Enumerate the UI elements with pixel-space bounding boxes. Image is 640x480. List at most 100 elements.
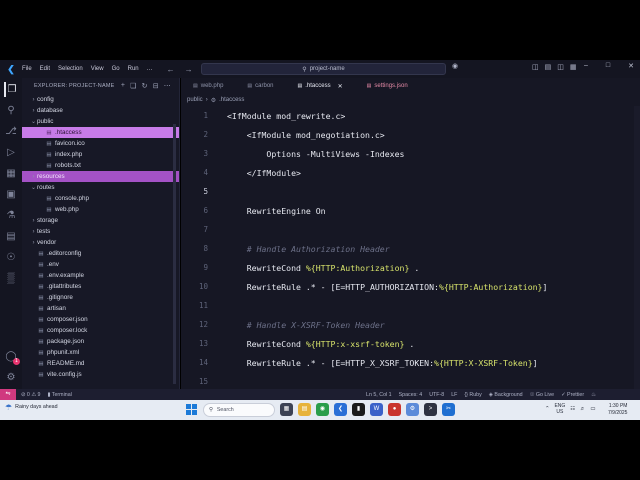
maximize-icon[interactable]: □ <box>606 62 610 70</box>
tree-file[interactable]: ▤ index.php <box>22 149 179 160</box>
tree-file[interactable]: ▤ README.md <box>22 358 179 369</box>
tree-file[interactable]: ▤ console.php <box>22 193 179 204</box>
menu-view[interactable]: View <box>91 66 104 72</box>
taskbar-search[interactable]: ⚲ Search <box>203 403 275 417</box>
code-line[interactable]: 1 <IfModule mod_rewrite.c> <box>181 106 640 125</box>
vscode-taskbar-icon[interactable]: ❮ <box>334 403 347 416</box>
go-live-button[interactable]: ☉ Go Live <box>530 392 555 398</box>
language-indicator[interactable]: ENG US <box>554 403 565 415</box>
back-arrow-icon[interactable]: ← <box>167 65 175 74</box>
settings-app-icon[interactable]: ⚙ <box>406 403 419 416</box>
extensions-icon[interactable]: ▦ <box>4 166 18 181</box>
git-graph-icon[interactable]: ☉ <box>4 250 18 265</box>
indentation[interactable]: Spaces: 4 <box>399 392 423 398</box>
code-line[interactable]: 11 <box>181 296 640 315</box>
cursor-position[interactable]: Ln 5, Col 1 <box>366 392 392 398</box>
editor-tab[interactable]: ▤ web.php <box>181 78 235 94</box>
remote-explorer-icon[interactable]: ▣ <box>4 187 18 202</box>
editor-scrollbar[interactable] <box>634 106 640 389</box>
taskbar-clock[interactable]: 1:30 PM 7/9/2025 <box>608 403 627 417</box>
tree-folder[interactable]: › tests <box>22 226 179 237</box>
sidebar-scrollbar[interactable] <box>173 124 176 384</box>
collapse-all-icon[interactable]: ⊟ <box>153 82 159 90</box>
tree-folder[interactable]: › storage <box>22 215 179 226</box>
task-view-icon[interactable]: ▦ <box>280 403 293 416</box>
refresh-icon[interactable]: ↻ <box>142 82 148 90</box>
forward-arrow-icon[interactable]: → <box>185 65 193 74</box>
volume-icon[interactable]: ♬ <box>580 406 585 412</box>
tab-close-icon[interactable]: ✕ <box>338 83 343 90</box>
terminal-toggle[interactable]: ▮ Terminal <box>48 392 72 398</box>
tree-file[interactable]: ▤ vite.config.js <box>22 369 179 380</box>
code-line[interactable]: 9 RewriteCond %{HTTP:Authorization} . <box>181 258 640 277</box>
end-of-line[interactable]: LF <box>451 392 457 398</box>
tree-file[interactable]: ▤ composer.json <box>22 314 179 325</box>
background-toggle[interactable]: ◈ Background <box>489 392 523 398</box>
tree-folder[interactable]: › resources <box>22 171 179 182</box>
code-line[interactable]: 12 # Handle X-XSRF-Token Header <box>181 315 640 334</box>
tree-file[interactable]: ▤ favicon.ico <box>22 138 179 149</box>
prettier-status[interactable]: ✓ Prettier <box>561 392 584 398</box>
breadcrumb-file[interactable]: .htaccess <box>219 97 244 103</box>
language-mode[interactable]: {} Ruby <box>464 392 481 398</box>
encoding[interactable]: UTF-8 <box>429 392 444 398</box>
tree-folder[interactable]: › vendor <box>22 237 179 248</box>
tree-file[interactable]: ▤ robots.txt <box>22 160 179 171</box>
tree-file[interactable]: ▤ .editorconfig <box>22 248 179 259</box>
code-line[interactable]: 6 RewriteEngine On <box>181 201 640 220</box>
code-line[interactable]: 5 <box>181 182 640 201</box>
customize-layout-icon[interactable]: ▦ <box>570 63 577 71</box>
code-line[interactable]: 3 Options -MultiViews -Indexes <box>181 144 640 163</box>
code-line[interactable]: 8 # Handle Authorization Header <box>181 239 640 258</box>
toggle-panel-icon[interactable]: ▤ <box>545 63 552 71</box>
tree-file[interactable]: ▤ .gitignore <box>22 292 179 303</box>
tree-file[interactable]: ▤ .htaccess <box>22 127 179 138</box>
menu-file[interactable]: File <box>22 66 32 72</box>
word-icon[interactable]: W <box>370 403 383 416</box>
editor-tab[interactable]: ▤ carbon <box>235 78 285 94</box>
search-view-icon[interactable]: ⚲ <box>4 103 18 118</box>
menu-edit[interactable]: Edit <box>40 66 50 72</box>
recorder-icon[interactable]: ● <box>388 403 401 416</box>
copilot-icon[interactable]: ◉ <box>452 62 458 70</box>
problems-count[interactable]: ⊘ 0 ⚠ 9 <box>21 392 41 398</box>
code-line[interactable]: 13 RewriteCond %{HTTP:x-xsrf-token} . <box>181 334 640 353</box>
editor-tab[interactable]: ▤ settings.json <box>355 78 420 94</box>
chrome-icon[interactable]: ◉ <box>316 403 329 416</box>
new-folder-icon[interactable]: ❏ <box>130 82 136 90</box>
tray-chevron-icon[interactable]: ⌃ <box>545 406 549 412</box>
database-icon[interactable]: ▤ <box>4 229 18 244</box>
tree-folder[interactable]: › database <box>22 105 179 116</box>
account-icon[interactable]: ◯ 1 <box>4 349 20 365</box>
tree-file[interactable]: ▤ package.json <box>22 336 179 347</box>
code-line[interactable]: 10 RewriteRule .* - [E=HTTP_AUTHORIZATIO… <box>181 277 640 296</box>
breadcrumb-folder[interactable]: public <box>187 97 203 103</box>
run-debug-icon[interactable]: ▷ <box>4 145 18 160</box>
code-editor[interactable]: 1 <IfModule mod_rewrite.c> 2 <IfModule mod… <box>181 106 640 391</box>
menu-more[interactable]: … <box>147 66 153 72</box>
tree-file[interactable]: ▤ .gitattributes <box>22 281 179 292</box>
code-line[interactable]: 7 <box>181 220 640 239</box>
menu-go[interactable]: Go <box>112 66 120 72</box>
tree-file[interactable]: ▤ .env.example <box>22 270 179 281</box>
toggle-secondary-sidebar-icon[interactable]: ◫ <box>557 63 564 71</box>
wifi-icon[interactable]: ☷ <box>570 406 575 412</box>
weather-widget[interactable]: ☂ Rainy days ahead <box>5 403 58 412</box>
manage-gear-icon[interactable]: ⚙ <box>4 370 18 385</box>
menu-selection[interactable]: Selection <box>58 66 83 72</box>
source-control-icon[interactable]: ⎇ <box>4 124 18 139</box>
new-file-icon[interactable]: + <box>121 82 125 90</box>
tree-file[interactable]: ▤ web.php <box>22 204 179 215</box>
code-line[interactable]: 4 </IfModule> <box>181 163 640 182</box>
more-actions-icon[interactable]: ⋯ <box>164 82 171 90</box>
tree-folder[interactable]: ⌄ public <box>22 116 179 127</box>
toggle-primary-sidebar-icon[interactable]: ◫ <box>532 63 539 71</box>
battery-icon[interactable]: ▭ <box>590 406 595 412</box>
notifications-icon[interactable]: ♨ <box>591 392 596 398</box>
command-center-search[interactable]: ⚲ project-name <box>201 63 446 75</box>
tree-file[interactable]: ▤ composer.lock <box>22 325 179 336</box>
tree-folder[interactable]: ⌄ routes <box>22 182 179 193</box>
file-explorer-icon[interactable]: ▤ <box>298 403 311 416</box>
tree-file[interactable]: ▤ phpunit.xml <box>22 347 179 358</box>
menu-run[interactable]: Run <box>128 66 139 72</box>
